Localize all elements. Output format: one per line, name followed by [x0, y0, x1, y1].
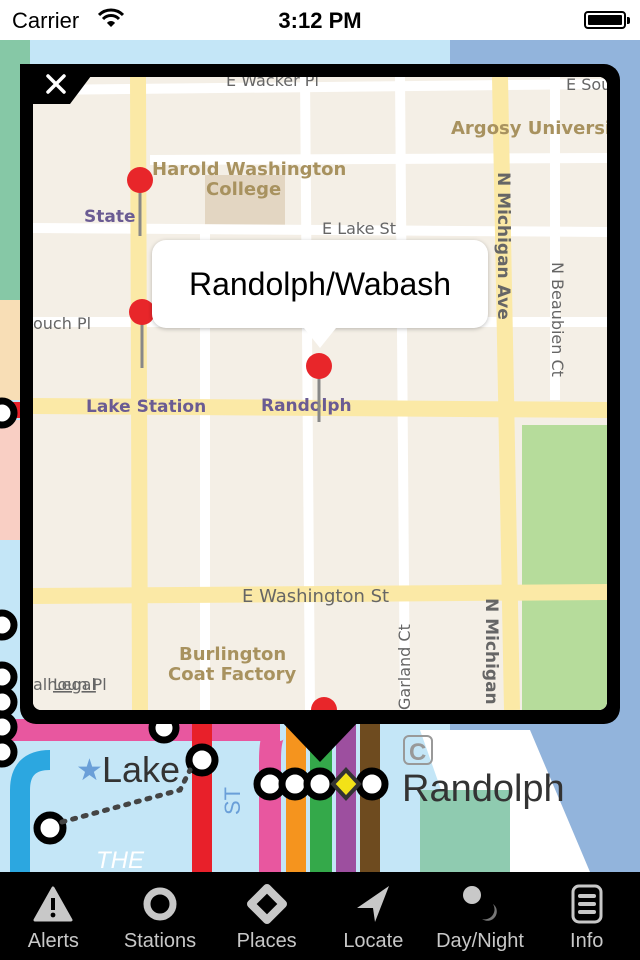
tab-alerts[interactable]: Alerts [0, 872, 107, 960]
tab-locate[interactable]: Locate [320, 872, 427, 960]
info-list-icon [571, 878, 603, 930]
status-bar: Carrier 3:12 PM [0, 0, 640, 40]
map-label-burlington-2: Coat Factory [168, 664, 296, 685]
map-label-burlington: Burlington [179, 644, 286, 665]
tab-label: Alerts [27, 930, 79, 952]
tab-info[interactable]: Info [533, 872, 640, 960]
star-icon: ★ [76, 753, 103, 788]
tab-places[interactable]: Places [213, 872, 320, 960]
map-label-couch: ouch Pl [33, 314, 91, 333]
street-label: ST [220, 787, 245, 815]
map-label-hwc: Harold Washington [152, 159, 346, 180]
map-label-randolph: Randolph [261, 396, 352, 416]
popup-pointer [280, 720, 360, 762]
map-label-lake-station: Lake Station [86, 397, 206, 417]
map-label-michigan: N Michigan Ave [493, 172, 513, 320]
tab-day-night[interactable]: Day/Night [427, 872, 534, 960]
randolph-station-label: Randolph [402, 768, 565, 810]
close-icon [20, 64, 100, 104]
warning-icon [33, 878, 73, 930]
location-arrow-icon [355, 878, 391, 930]
station-callout[interactable]: Randolph/Wabash [152, 240, 488, 348]
legal-link[interactable]: Legal [53, 675, 96, 694]
tab-label: Places [236, 930, 297, 952]
map-label-hwc-2: College [206, 179, 281, 200]
tab-bar: Alerts Stations Places Locate Day/Night … [0, 872, 640, 960]
map-label-beaubien: N Beaubien Ct [548, 262, 567, 377]
tab-label: Locate [343, 930, 404, 952]
day-night-icon [460, 878, 500, 930]
clock: 3:12 PM [278, 8, 362, 33]
tab-label: Stations [123, 930, 197, 952]
map-label-wacker: E Wacker Pl [226, 77, 319, 90]
callout-title: Randolph/Wabash [188, 265, 452, 302]
map-label-state: State [84, 207, 136, 227]
map-label-michigan-2: N Michigan [481, 598, 501, 705]
loop-label: THE [96, 847, 145, 872]
lake-station-label: Lake [102, 749, 180, 790]
map-label-lake-st: E Lake St [322, 219, 396, 238]
map-label-argosy: Argosy Universit [451, 118, 607, 139]
battery-icon [584, 11, 630, 29]
map-label-garland: Garland Ct [395, 624, 414, 710]
tab-stations[interactable]: Stations [107, 872, 214, 960]
close-button[interactable] [20, 64, 100, 104]
map-label-washington: E Washington St [242, 586, 389, 607]
tab-label: Info [570, 930, 604, 952]
tab-label: Day/Night [436, 930, 524, 952]
diamond-icon [246, 878, 287, 930]
circle-icon [142, 878, 178, 930]
street-map[interactable]: State Lake Station Randolph Harold Washi… [33, 77, 607, 710]
map-label-south: E Sou [566, 77, 607, 94]
metra-badge: C [409, 739, 426, 766]
